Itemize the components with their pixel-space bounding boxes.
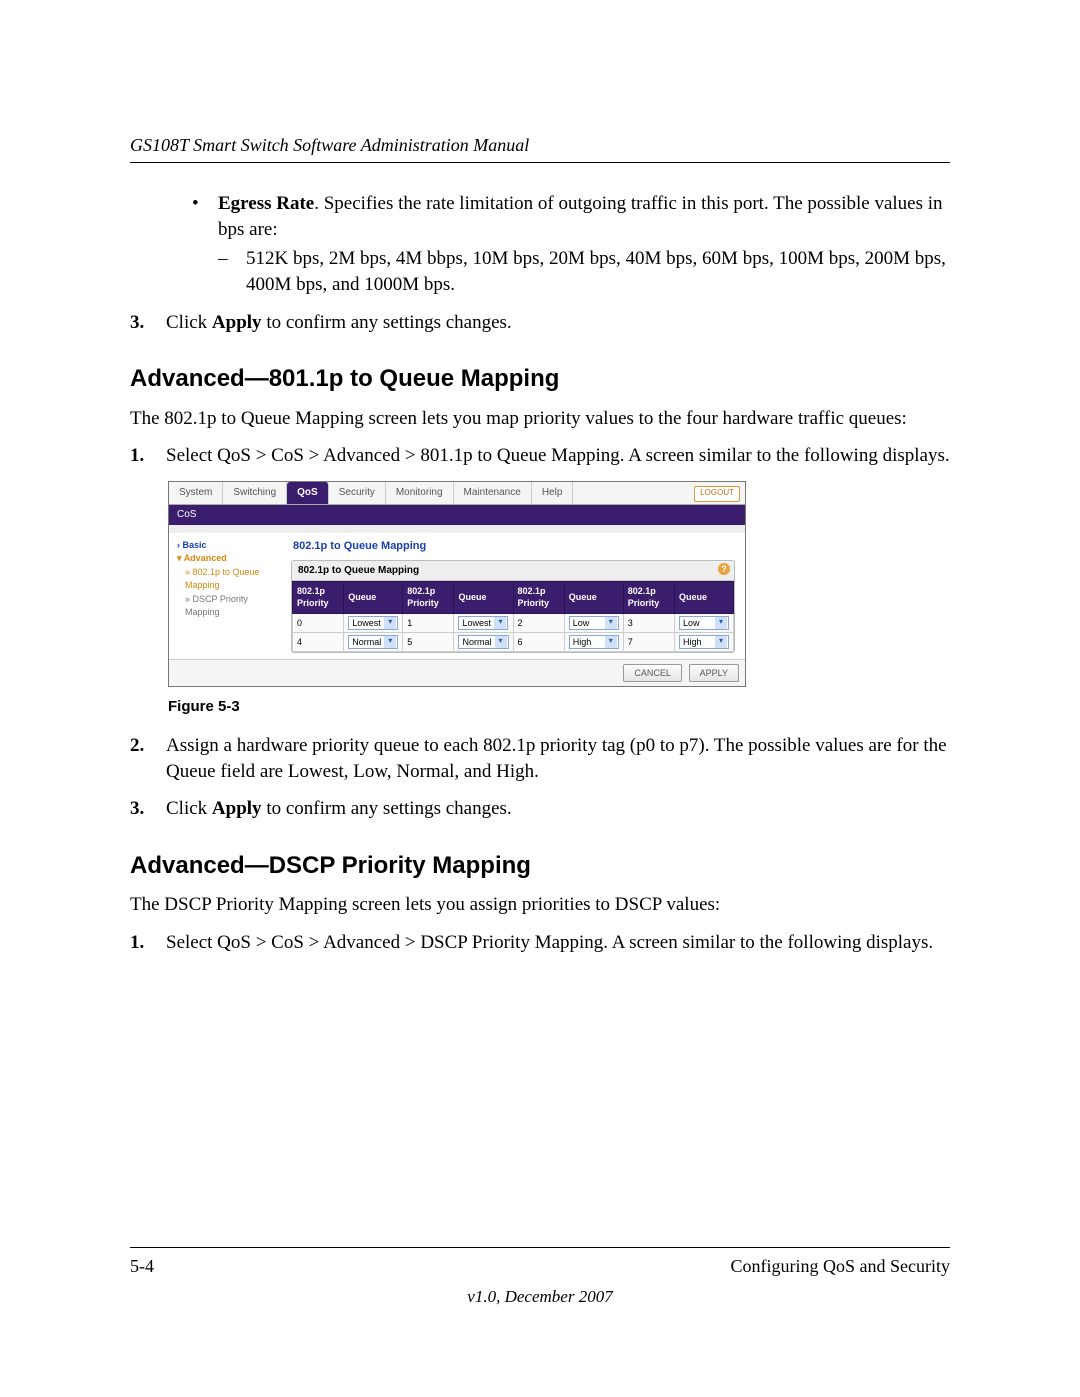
- egress-rate-label: Egress Rate: [218, 193, 314, 214]
- queue-select-7[interactable]: High▾: [679, 635, 729, 649]
- apply-button[interactable]: APPLY: [689, 664, 739, 682]
- tab-system[interactable]: System: [169, 482, 223, 504]
- step-text-post: to confirm any settings changes.: [262, 798, 512, 819]
- nav-8021p-queue-2[interactable]: Mapping: [185, 579, 287, 593]
- running-header: GS108T Smart Switch Software Administrat…: [130, 135, 950, 163]
- step-1-dscp: 1. Select QoS > CoS > Advanced > DSCP Pr…: [130, 930, 950, 956]
- tab-bar: System Switching QoS Security Monitoring…: [169, 482, 745, 505]
- step-text-post: to confirm any settings changes.: [262, 312, 512, 333]
- tab-security[interactable]: Security: [329, 482, 386, 504]
- step-2-8021p: 2. Assign a hardware priority queue to e…: [130, 733, 950, 784]
- chevron-down-icon: ▾: [605, 636, 617, 648]
- heading-dscp: Advanced—DSCP Priority Mapping: [130, 850, 950, 882]
- nav-basic[interactable]: › Basic: [177, 539, 287, 553]
- col-priority: 802.1p Priority: [403, 582, 454, 613]
- step-3-8021p: 3. Click Apply to confirm any settings c…: [130, 796, 950, 822]
- queue-mapping-table: 802.1p Priority Queue 802.1p Priority Qu…: [292, 581, 734, 652]
- priority-cell: 1: [403, 613, 454, 632]
- priority-cell: 4: [293, 632, 344, 651]
- section-title: Configuring QoS and Security: [731, 1256, 950, 1277]
- step-num: 1.: [130, 930, 166, 956]
- step-3-top: 3. Click Apply to confirm any settings c…: [130, 310, 950, 336]
- panel-box-header: 802.1p to Queue Mapping ?: [292, 561, 734, 582]
- heading-8021p: Advanced—801.1p to Queue Mapping: [130, 363, 950, 395]
- step-text-pre: Click: [166, 312, 212, 333]
- help-icon[interactable]: ?: [718, 563, 730, 575]
- table-row: 4 Normal▾ 5 Normal▾ 6 High▾ 7 High▾: [293, 632, 734, 651]
- tab-monitoring[interactable]: Monitoring: [386, 482, 454, 504]
- step-text: Assign a hardware priority queue to each…: [166, 733, 950, 784]
- step-text: Select QoS > CoS > Advanced > DSCP Prior…: [166, 930, 933, 956]
- tab-switching[interactable]: Switching: [223, 482, 287, 504]
- nav-dscp-priority-2[interactable]: Mapping: [185, 606, 287, 620]
- queue-select-6[interactable]: High▾: [569, 635, 619, 649]
- queue-select-5[interactable]: Normal▾: [458, 635, 508, 649]
- step-num: 3.: [130, 310, 166, 336]
- queue-select-1[interactable]: Lowest▾: [458, 616, 508, 630]
- col-queue: Queue: [454, 582, 513, 613]
- chevron-down-icon: ▾: [605, 617, 617, 629]
- chevron-down-icon: ▾: [715, 617, 727, 629]
- priority-cell: 2: [513, 613, 564, 632]
- step-num: 2.: [130, 733, 166, 784]
- tab-maintenance[interactable]: Maintenance: [454, 482, 532, 504]
- tab-qos[interactable]: QoS: [287, 482, 329, 504]
- chevron-down-icon: ▾: [715, 636, 727, 648]
- tab-help[interactable]: Help: [532, 482, 574, 504]
- version-line: v1.0, December 2007: [130, 1287, 950, 1307]
- priority-cell: 6: [513, 632, 564, 651]
- left-nav: › Basic ▾ Advanced » 802.1p to Queue Map…: [169, 533, 291, 659]
- nav-8021p-queue[interactable]: » 802.1p to Queue: [185, 566, 287, 580]
- logout-button[interactable]: LOGOUT: [694, 486, 740, 502]
- chevron-down-icon: ▾: [495, 636, 507, 648]
- figure-caption: Figure 5-3: [168, 697, 950, 717]
- subnav-cos[interactable]: CoS: [169, 505, 745, 525]
- apply-word: Apply: [212, 798, 262, 819]
- queue-select-2[interactable]: Low▾: [569, 616, 619, 630]
- cancel-button[interactable]: CANCEL: [623, 664, 682, 682]
- page-number: 5-4: [130, 1256, 154, 1277]
- screenshot-8021p: System Switching QoS Security Monitoring…: [168, 481, 746, 687]
- chevron-down-icon: ▾: [494, 617, 506, 629]
- screenshot-footer: CANCEL APPLY: [169, 659, 745, 686]
- priority-cell: 5: [403, 632, 454, 651]
- col-priority: 802.1p Priority: [513, 582, 564, 613]
- panel-title: 802.1p to Queue Mapping: [293, 539, 735, 554]
- bullet-dot: •: [192, 191, 218, 242]
- queue-select-3[interactable]: Low▾: [679, 616, 729, 630]
- para-dscp: The DSCP Priority Mapping screen lets yo…: [130, 892, 950, 918]
- col-queue: Queue: [344, 582, 403, 613]
- col-priority: 802.1p Priority: [623, 582, 674, 613]
- step-text: Select QoS > CoS > Advanced > 801.1p to …: [166, 443, 950, 469]
- nav-dscp-priority[interactable]: » DSCP Priority: [185, 593, 287, 607]
- step-num: 3.: [130, 796, 166, 822]
- col-queue: Queue: [564, 582, 623, 613]
- step-text-pre: Click: [166, 798, 212, 819]
- col-queue: Queue: [674, 582, 733, 613]
- queue-select-0[interactable]: Lowest▾: [348, 616, 398, 630]
- para-8021p: The 802.1p to Queue Mapping screen lets …: [130, 406, 950, 432]
- footer-rule: [130, 1247, 950, 1248]
- apply-word: Apply: [212, 312, 262, 333]
- priority-cell: 0: [293, 613, 344, 632]
- step-1-8021p: 1. Select QoS > CoS > Advanced > 801.1p …: [130, 443, 950, 469]
- chevron-down-icon: ▾: [384, 636, 396, 648]
- priority-cell: 3: [623, 613, 674, 632]
- stripe: [169, 525, 745, 533]
- dash-mark: –: [218, 246, 246, 297]
- table-row: 0 Lowest▾ 1 Lowest▾ 2 Low▾ 3 Low▾: [293, 613, 734, 632]
- egress-rate-text: . Specifies the rate limitation of outgo…: [218, 193, 943, 240]
- dash-text: 512K bps, 2M bps, 4M bbps, 10M bps, 20M …: [246, 246, 950, 297]
- col-priority: 802.1p Priority: [293, 582, 344, 613]
- chevron-down-icon: ▾: [384, 617, 396, 629]
- step-num: 1.: [130, 443, 166, 469]
- panel-box: 802.1p to Queue Mapping ? 802.1p Priorit…: [291, 560, 735, 653]
- dash-values: – 512K bps, 2M bps, 4M bbps, 10M bps, 20…: [218, 246, 950, 297]
- bullet-egress-rate: • Egress Rate. Specifies the rate limita…: [192, 191, 950, 242]
- nav-advanced[interactable]: ▾ Advanced: [177, 552, 287, 566]
- priority-cell: 7: [623, 632, 674, 651]
- queue-select-4[interactable]: Normal▾: [348, 635, 398, 649]
